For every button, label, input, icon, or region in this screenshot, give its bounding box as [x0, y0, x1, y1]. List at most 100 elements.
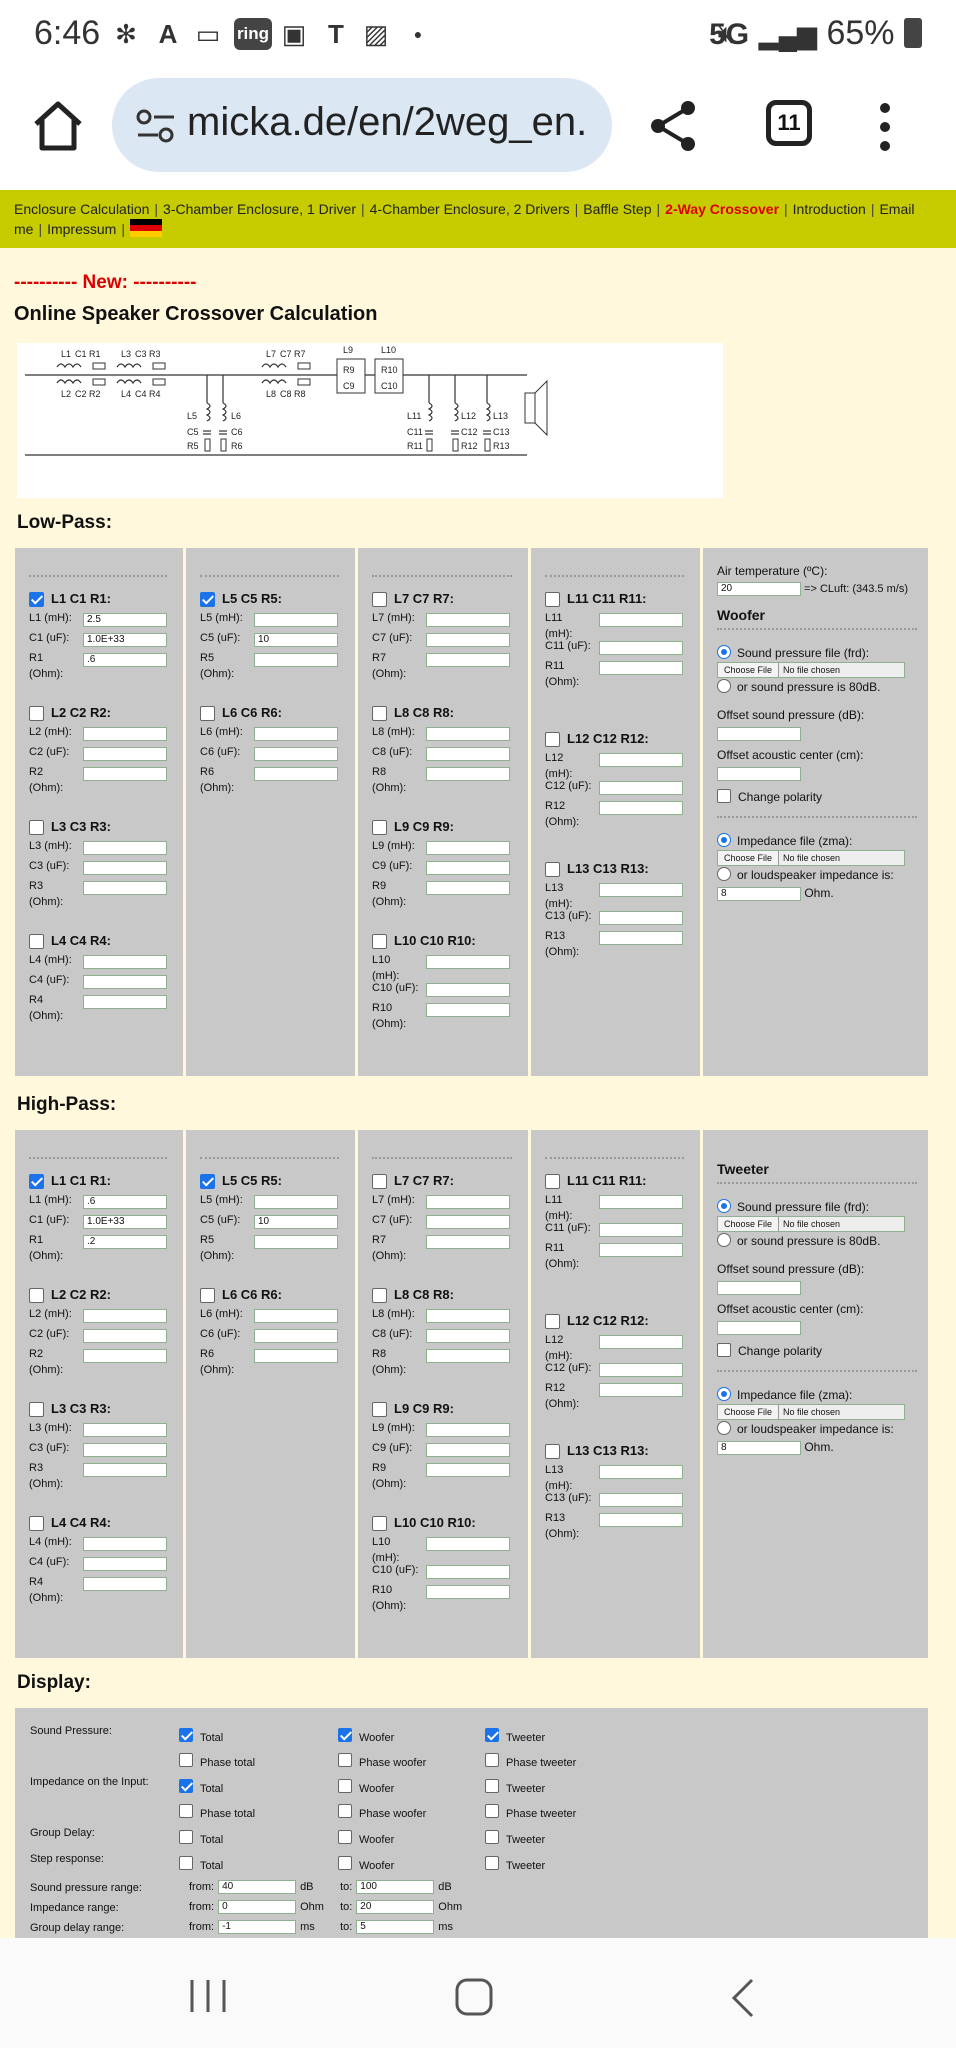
- capacitance-input[interactable]: [83, 1329, 167, 1343]
- nav-link-4[interactable]: 2-Way Crossover: [665, 201, 779, 217]
- nav-link-3[interactable]: Baffle Step: [583, 201, 651, 217]
- imp-alt-radio[interactable]: [717, 1421, 731, 1435]
- display-checkbox[interactable]: [485, 1779, 499, 1793]
- display-checkbox[interactable]: [338, 1830, 352, 1844]
- inductance-input[interactable]: 2.5: [83, 613, 167, 627]
- range-from-input[interactable]: -1: [218, 1920, 297, 1934]
- component-checkbox[interactable]: [545, 1173, 560, 1189]
- component-checkbox[interactable]: [372, 1515, 387, 1531]
- choose-file-button[interactable]: Choose File: [718, 1405, 780, 1419]
- component-checkbox[interactable]: [372, 1401, 387, 1417]
- capacitance-input[interactable]: [599, 911, 683, 925]
- range-to-input[interactable]: 20: [356, 1900, 435, 1914]
- resistance-input[interactable]: [254, 1235, 338, 1249]
- resistance-input[interactable]: [426, 653, 510, 667]
- capacitance-input[interactable]: [254, 747, 338, 761]
- inductance-input[interactable]: [426, 1537, 510, 1551]
- capacitance-input[interactable]: [83, 747, 167, 761]
- imp-file-radio[interactable]: [717, 1387, 731, 1401]
- spl-file-picker[interactable]: Choose File No file chosen: [717, 662, 905, 678]
- display-checkbox[interactable]: [338, 1779, 352, 1793]
- range-to-input[interactable]: 5: [356, 1920, 435, 1934]
- capacitance-input[interactable]: 1.0E+33: [83, 633, 167, 647]
- display-checkbox[interactable]: [485, 1804, 499, 1818]
- address-bar[interactable]: micka.de/en/2weg_en.: [112, 78, 612, 172]
- impedance-input[interactable]: 8: [717, 886, 801, 901]
- inductance-input[interactable]: [83, 841, 167, 855]
- display-checkbox[interactable]: [179, 1830, 193, 1844]
- display-checkbox[interactable]: [485, 1728, 499, 1742]
- inductance-input[interactable]: [426, 613, 510, 627]
- inductance-input[interactable]: [426, 841, 510, 855]
- resistance-input[interactable]: [254, 653, 338, 667]
- capacitance-input[interactable]: [426, 633, 510, 647]
- nav-link-7[interactable]: Impressum: [47, 221, 116, 237]
- choose-file-button[interactable]: Choose File: [718, 663, 780, 677]
- capacitance-input[interactable]: 10: [254, 633, 338, 647]
- component-checkbox[interactable]: [372, 705, 387, 721]
- resistance-input[interactable]: [83, 767, 167, 781]
- component-checkbox[interactable]: [372, 591, 387, 607]
- inductance-input[interactable]: [83, 727, 167, 741]
- nav-link-5[interactable]: Introduction: [793, 201, 866, 217]
- range-from-input[interactable]: 0: [218, 1900, 297, 1914]
- german-flag-icon[interactable]: [129, 219, 162, 237]
- display-checkbox[interactable]: [179, 1779, 193, 1793]
- resistance-input[interactable]: [599, 801, 683, 815]
- capacitance-input[interactable]: [599, 641, 683, 655]
- component-checkbox[interactable]: [29, 933, 44, 949]
- range-to-input[interactable]: 100: [356, 1880, 435, 1894]
- inductance-input[interactable]: [426, 1309, 510, 1323]
- site-settings-icon[interactable]: [136, 108, 176, 144]
- display-checkbox[interactable]: [338, 1728, 352, 1742]
- capacitance-input[interactable]: [599, 781, 683, 795]
- resistance-input[interactable]: [599, 1513, 683, 1527]
- component-checkbox[interactable]: [29, 819, 44, 835]
- component-checkbox[interactable]: [372, 1173, 387, 1189]
- capacitance-input[interactable]: 1.0E+33: [83, 1215, 167, 1229]
- component-checkbox[interactable]: [29, 705, 44, 721]
- display-checkbox[interactable]: [338, 1856, 352, 1870]
- capacitance-input[interactable]: [83, 975, 167, 989]
- spl-80-radio[interactable]: [717, 679, 731, 693]
- nav-link-2[interactable]: 4-Chamber Enclosure, 2 Drivers: [370, 201, 570, 217]
- inductance-input[interactable]: [426, 1195, 510, 1209]
- resistance-input[interactable]: .2: [83, 1235, 167, 1249]
- display-checkbox[interactable]: [179, 1856, 193, 1870]
- resistance-input[interactable]: [599, 1383, 683, 1397]
- spl-80-radio[interactable]: [717, 1233, 731, 1247]
- resistance-input[interactable]: [83, 1463, 167, 1477]
- inductance-input[interactable]: .6: [83, 1195, 167, 1209]
- component-checkbox[interactable]: [200, 591, 215, 607]
- display-checkbox[interactable]: [485, 1753, 499, 1767]
- display-checkbox[interactable]: [179, 1804, 193, 1818]
- polarity-checkbox[interactable]: [717, 789, 731, 803]
- component-checkbox[interactable]: [545, 731, 560, 747]
- inductance-input[interactable]: [426, 1423, 510, 1437]
- resistance-input[interactable]: [599, 661, 683, 675]
- display-checkbox[interactable]: [179, 1728, 193, 1742]
- component-checkbox[interactable]: [372, 819, 387, 835]
- inductance-input[interactable]: [599, 883, 683, 897]
- resistance-input[interactable]: [426, 1463, 510, 1477]
- spl-file-picker[interactable]: Choose File No file chosen: [717, 1216, 905, 1232]
- display-checkbox[interactable]: [338, 1753, 352, 1767]
- spl-file-radio[interactable]: [717, 645, 731, 659]
- resistance-input[interactable]: [83, 995, 167, 1009]
- inductance-input[interactable]: [426, 955, 510, 969]
- component-checkbox[interactable]: [200, 705, 215, 721]
- resistance-input[interactable]: [254, 767, 338, 781]
- capacitance-input[interactable]: [426, 983, 510, 997]
- tab-switcher-button[interactable]: 11: [766, 100, 812, 146]
- resistance-input[interactable]: [83, 1577, 167, 1591]
- inductance-input[interactable]: [254, 727, 338, 741]
- component-checkbox[interactable]: [29, 1173, 44, 1189]
- inductance-input[interactable]: [426, 727, 510, 741]
- capacitance-input[interactable]: [83, 861, 167, 875]
- inductance-input[interactable]: [599, 613, 683, 627]
- capacitance-input[interactable]: [426, 747, 510, 761]
- component-checkbox[interactable]: [200, 1173, 215, 1189]
- inductance-input[interactable]: [599, 1465, 683, 1479]
- component-checkbox[interactable]: [545, 1313, 560, 1329]
- resistance-input[interactable]: [426, 1349, 510, 1363]
